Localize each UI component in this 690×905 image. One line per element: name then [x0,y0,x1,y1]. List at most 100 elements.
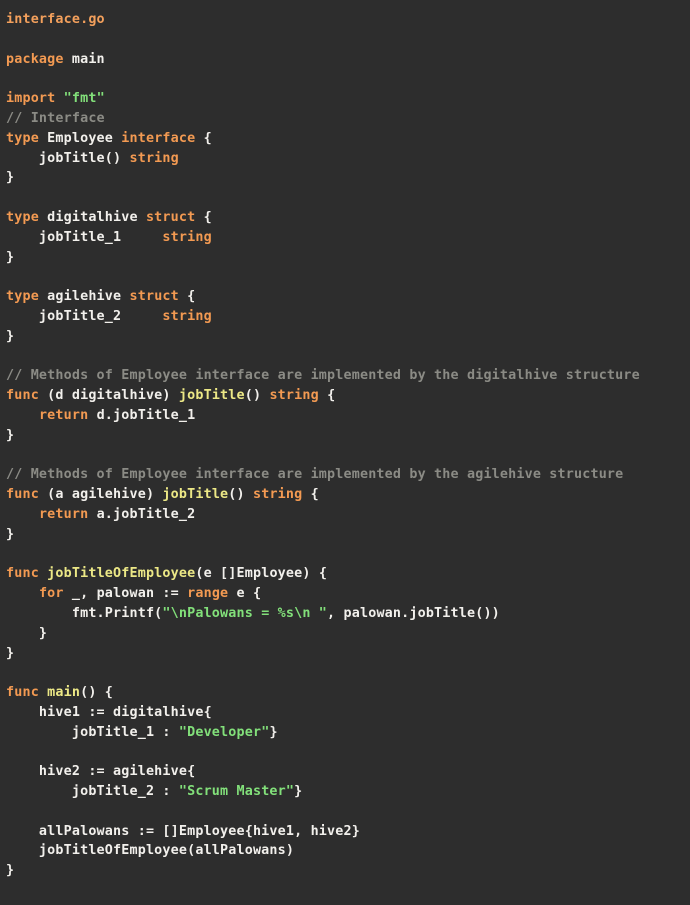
code-token-kw: func [6,388,39,403]
code-line[interactable]: for _, palowan := range e { [6,584,690,604]
code-line[interactable]: return a.jobTitle_2 [6,505,690,525]
code-token-fn: jobTitle [179,388,245,403]
code-token-str: "fmt" [64,91,105,106]
code-line[interactable]: jobTitle() string [6,149,690,169]
code-line-blank[interactable] [6,742,690,762]
code-token-id: a.jobTitle_2 [88,507,195,522]
code-line-blank[interactable] [6,69,690,89]
code-token-id: () [228,487,253,502]
code-token-id: } [6,170,14,185]
code-token-kw: func [6,487,39,502]
code-token-kw: string [162,309,211,324]
code-editor-pane[interactable]: interface.go package main import "fmt"//… [0,0,690,905]
code-token-kw: return [39,408,88,423]
code-line[interactable]: jobTitle_2 : "Scrum Master"} [6,782,690,802]
code-token-fn: main [47,685,80,700]
code-token-id: (a agilehive) [39,487,162,502]
code-line[interactable]: } [6,327,690,347]
code-token-id [6,586,39,601]
code-line-blank[interactable] [6,188,690,208]
code-line[interactable]: jobTitle_1 : "Developer"} [6,723,690,743]
code-token-id: } [6,329,14,344]
code-token-id: } [294,784,302,799]
code-token-id: { [179,289,195,304]
code-content[interactable]: package main import "fmt"// Interfacetyp… [6,30,690,881]
code-token-id: jobTitleOfEmployee(allPalowans) [6,843,294,858]
code-token-id: } [269,725,277,740]
code-token-id: _, palowan := [64,586,187,601]
code-token-id: digitalhive [39,210,146,225]
code-token-kw: struct [146,210,195,225]
code-line[interactable]: // Interface [6,109,690,129]
code-token-id [6,408,39,423]
code-line-blank[interactable] [6,545,690,565]
code-line-blank[interactable] [6,802,690,822]
code-token-kw: string [129,151,178,166]
code-line[interactable]: fmt.Printf("\nPalowans = %s\n ", palowan… [6,604,690,624]
code-line-blank[interactable] [6,663,690,683]
code-line[interactable]: type digitalhive struct { [6,208,690,228]
code-token-id: } [6,250,14,265]
code-token-id: () { [80,685,113,700]
code-line-blank[interactable] [6,446,690,466]
code-line[interactable]: // Methods of Employee interface are imp… [6,465,690,485]
code-line[interactable]: jobTitle_1 string [6,228,690,248]
code-line[interactable]: } [6,644,690,664]
code-token-cmt: // Methods of Employee interface are imp… [6,467,623,482]
code-token-id: { [302,487,318,502]
code-token-cmt: // Methods of Employee interface are imp… [6,368,640,383]
code-token-id: jobTitle() [6,151,129,166]
code-line[interactable]: jobTitleOfEmployee(allPalowans) [6,841,690,861]
code-token-id: } [6,527,14,542]
code-line[interactable]: } [6,525,690,545]
code-token-id: jobTitle_2 [6,309,162,324]
code-line[interactable]: } [6,168,690,188]
code-line[interactable]: func main() { [6,683,690,703]
code-token-kw: return [39,507,88,522]
code-line[interactable]: jobTitle_2 string [6,307,690,327]
code-token-fn: jobTitleOfEmployee [47,566,195,581]
code-token-kw: range [187,586,228,601]
code-token-kw: import [6,91,55,106]
code-line[interactable]: func (a agilehive) jobTitle() string { [6,485,690,505]
code-line[interactable]: } [6,624,690,644]
code-token-kw: type [6,210,39,225]
code-token-id: jobTitle_1 [6,230,162,245]
code-line[interactable]: // Methods of Employee interface are imp… [6,366,690,386]
code-line[interactable]: } [6,861,690,881]
code-token-id: e { [228,586,261,601]
code-line[interactable]: package main [6,50,690,70]
code-token-id [39,566,47,581]
code-line[interactable]: allPalowans := []Employee{hive1, hive2} [6,822,690,842]
code-token-id: } [6,428,14,443]
code-line[interactable]: func (d digitalhive) jobTitle() string { [6,386,690,406]
code-token-id: } [6,626,47,641]
code-token-id: (d digitalhive) [39,388,179,403]
code-line[interactable]: hive2 := agilehive{ [6,762,690,782]
code-line[interactable]: } [6,426,690,446]
code-token-id [6,507,39,522]
editor-filename-label: interface.go [6,6,690,30]
code-line[interactable]: hive1 := digitalhive{ [6,703,690,723]
code-line[interactable]: type Employee interface { [6,129,690,149]
code-token-id: hive1 := digitalhive{ [6,705,212,720]
code-line-blank[interactable] [6,347,690,367]
code-token-kw: struct [130,289,179,304]
code-line[interactable]: type agilehive struct { [6,287,690,307]
code-line[interactable]: import "fmt" [6,89,690,109]
code-line[interactable]: func jobTitleOfEmployee(e []Employee) { [6,564,690,584]
code-token-kw: func [6,685,39,700]
code-token-id: { [319,388,335,403]
code-line[interactable]: } [6,248,690,268]
code-line-blank[interactable] [6,30,690,50]
code-token-id: , palowan.jobTitle()) [327,606,500,621]
code-line-blank[interactable] [6,267,690,287]
code-line[interactable]: return d.jobTitle_1 [6,406,690,426]
code-token-kw: func [6,566,39,581]
code-token-id: hive2 := agilehive{ [6,764,195,779]
code-token-kw: package [6,52,64,67]
code-token-kw: for [39,586,64,601]
code-token-id: () [245,388,270,403]
code-token-id: (e []Employee) { [195,566,327,581]
code-token-str: "Developer" [179,725,270,740]
